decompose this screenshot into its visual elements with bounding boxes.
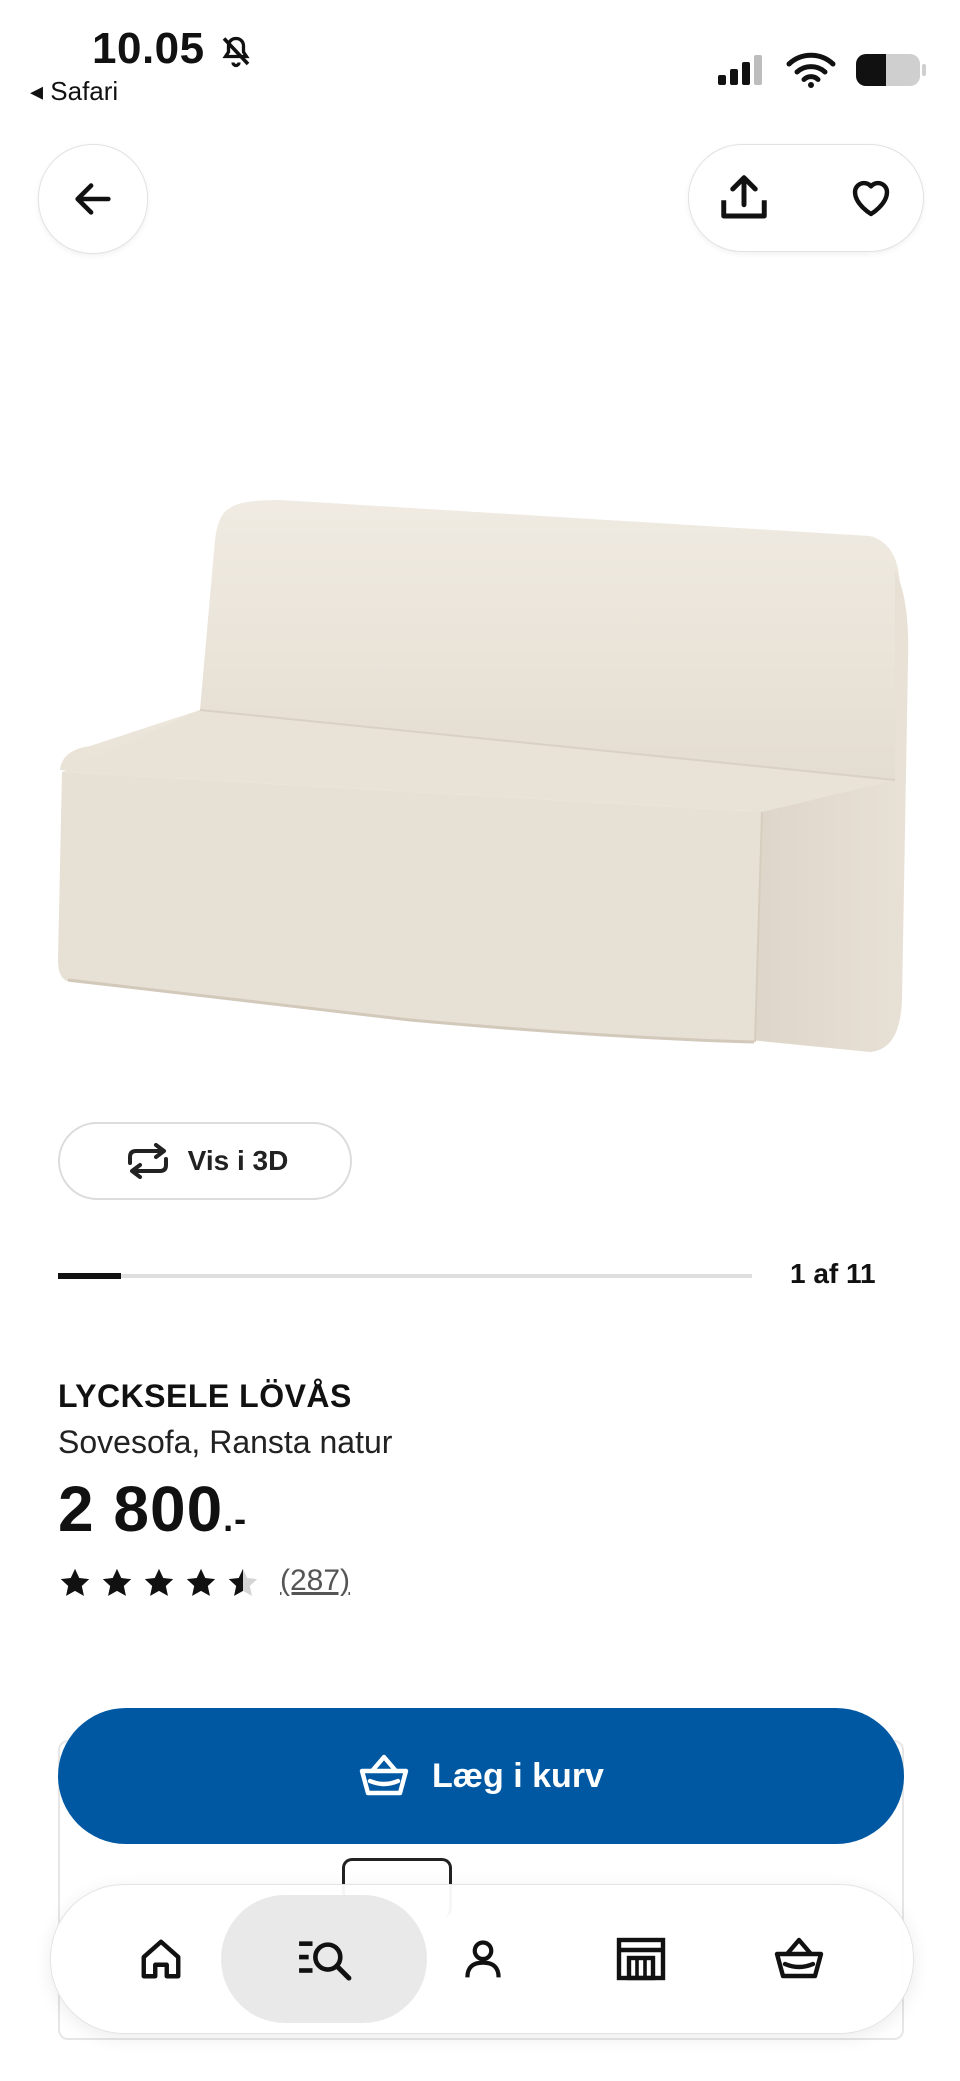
basket-icon <box>774 1937 824 1979</box>
store-icon <box>616 1937 666 1981</box>
bottom-nav <box>50 1884 914 2034</box>
nav-store[interactable] <box>591 1885 691 2033</box>
price-suffix: .- <box>223 1498 248 1539</box>
nav-cart[interactable] <box>749 1885 849 2033</box>
star-icon <box>186 1568 216 1596</box>
add-to-cart-button[interactable]: Læg i kurv <box>58 1708 904 1844</box>
reviews-link[interactable]: (287) <box>280 1564 350 1598</box>
star-icon <box>144 1568 174 1596</box>
heart-icon[interactable] <box>847 174 895 222</box>
price-value: 2 800 <box>58 1473 224 1545</box>
status-time: 10.05 <box>92 24 205 73</box>
gallery-progress <box>58 1273 752 1279</box>
battery-icon <box>856 54 926 86</box>
share-icon[interactable] <box>717 171 771 225</box>
rating-stars <box>58 1566 260 1600</box>
star-icon <box>228 1568 258 1596</box>
product-image[interactable] <box>50 480 910 1060</box>
star-icon <box>60 1568 90 1596</box>
cellular-signal-icon <box>718 55 762 85</box>
header-actions <box>688 144 924 252</box>
bell-muted-icon <box>222 36 250 68</box>
search-list-icon <box>299 1941 352 1981</box>
nav-profile[interactable] <box>433 1885 533 2033</box>
gallery-counter: 1 af 11 <box>790 1258 876 1289</box>
rotate-3d-icon <box>127 1143 168 1179</box>
wifi-icon <box>786 52 836 88</box>
view-in-3d-label: Vis i 3D <box>187 1145 289 1176</box>
back-button[interactable] <box>38 144 148 254</box>
gallery-progress-fill <box>58 1273 121 1279</box>
status-icons <box>716 48 928 92</box>
product-name: LYCKSELE LÖVÅS <box>58 1378 352 1414</box>
product-description: Sovesofa, Ransta natur <box>58 1424 393 1460</box>
user-icon <box>465 1940 501 1978</box>
star-icon <box>102 1568 132 1596</box>
home-icon <box>141 1939 181 1979</box>
nav-search[interactable] <box>221 1895 427 2023</box>
arrow-left-icon <box>75 183 111 215</box>
nav-home[interactable] <box>111 1885 211 2033</box>
product-price: 2 800.- <box>58 1472 247 1546</box>
add-to-cart-label: Læg i kurv <box>432 1756 604 1795</box>
view-in-3d-button[interactable]: Vis i 3D <box>58 1122 352 1200</box>
basket-icon <box>359 1754 409 1796</box>
back-to-safari-link[interactable]: ◂ Safari <box>30 76 118 107</box>
